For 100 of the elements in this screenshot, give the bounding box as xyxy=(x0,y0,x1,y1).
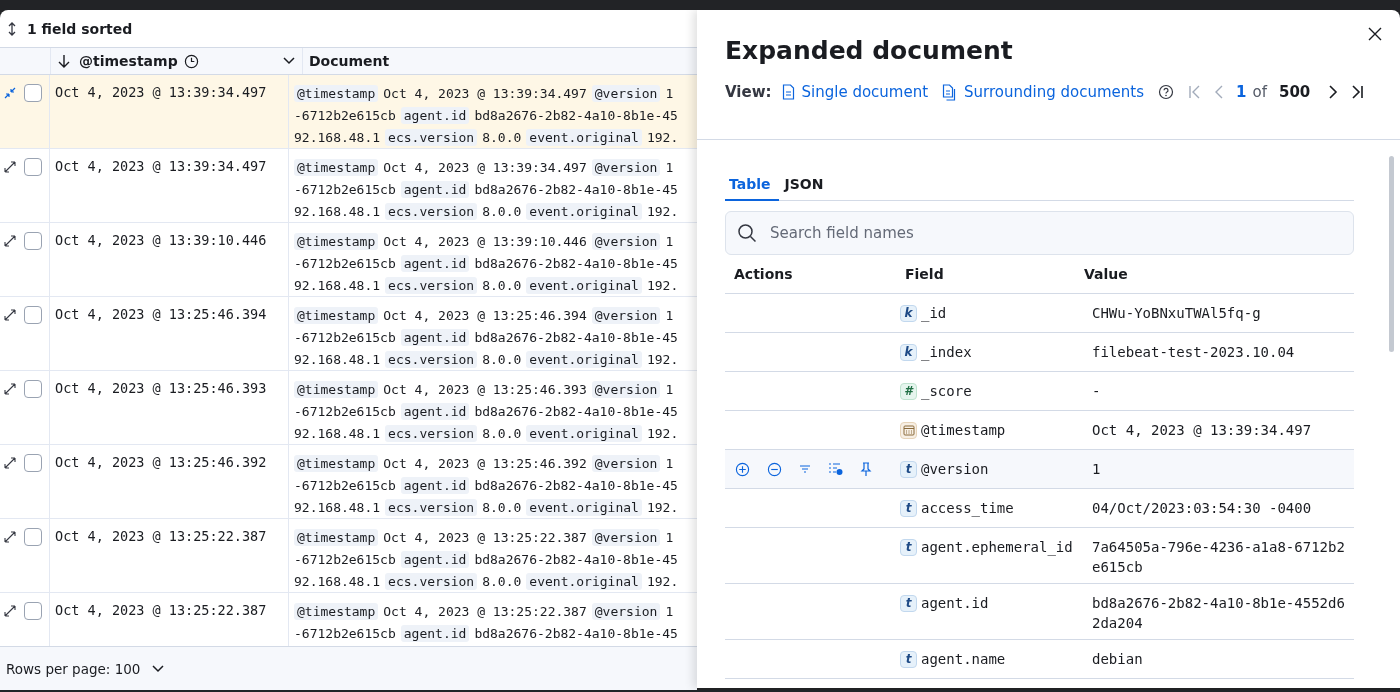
field-name-tag: event.original xyxy=(526,202,642,220)
row-checkbox[interactable] xyxy=(24,380,42,398)
field-name-tag: agent.id xyxy=(400,550,470,568)
field-type-badge: t xyxy=(900,650,917,668)
expand-icon[interactable] xyxy=(4,383,16,395)
table-row[interactable]: Oct 4, 2023 @ 13:39:34.497 @timestamp Oct 4, 2023 @ 13:39:34.497 @version 1 -6712b2e615cb agent.id bd8a2676-2b82-4a10-8b1e-45 92.168.48.1 ecs.version 8.0.0 event.original 192. xyxy=(0,149,697,223)
documents-icon xyxy=(942,83,958,101)
field-name-tag: event.original xyxy=(526,572,642,590)
sort-descending-icon xyxy=(57,54,71,68)
timestamp-cell: Oct 4, 2023 @ 13:25:46.394 xyxy=(55,306,267,322)
row-checkbox[interactable] xyxy=(24,232,42,250)
sort-status[interactable]: 1 field sorted xyxy=(27,20,133,37)
field-value: 192. xyxy=(646,203,679,219)
field-value: -6712b2e615cb xyxy=(294,107,396,123)
field-row[interactable]: t agent.ephemeral_id 7a64505a-796e-4236-a1a8-6712b2e615cb xyxy=(725,528,1354,584)
expand-icon[interactable] xyxy=(4,235,16,247)
field-name: agent.ephemeral_id xyxy=(921,538,1073,557)
timestamp-cell: Oct 4, 2023 @ 13:25:22.387 xyxy=(55,602,267,618)
timestamp-cell: Oct 4, 2023 @ 13:25:22.387 xyxy=(55,528,267,544)
last-page-icon[interactable] xyxy=(1350,84,1365,100)
field-value: bd8a2676-2b82-4a10-8b1e-45 xyxy=(474,255,678,271)
scrollbar[interactable] xyxy=(1389,156,1394,352)
tab[interactable]: JSON xyxy=(780,172,832,201)
row-checkbox[interactable] xyxy=(24,306,42,324)
expand-icon[interactable] xyxy=(4,605,16,617)
field-value: bd8a2676-2b82-4a10-8b1e-45 xyxy=(474,107,678,123)
field-row[interactable]: t agent.name debian xyxy=(725,640,1354,679)
table-row[interactable]: Oct 4, 2023 @ 13:25:22.387 @timestamp Oct 4, 2023 @ 13:25:22.387 @version 1 -6712b2e615cb agent.id bd8a2676-2b82-4a10-8b1e-45 92.168.48.1 ecs.version 8.0.0 event.original 192. xyxy=(0,519,697,593)
table-row[interactable]: Oct 4, 2023 @ 13:39:10.446 @timestamp Oct 4, 2023 @ 13:39:10.446 @version 1 -6712b2e615cb agent.id bd8a2676-2b82-4a10-8b1e-45 92.168.48.1 ecs.version 8.0.0 event.original 192. xyxy=(0,223,697,297)
field-name-tag: @timestamp xyxy=(294,158,379,176)
view-link[interactable]: Surrounding documents xyxy=(942,83,1145,101)
column-header: Value xyxy=(1084,266,1128,282)
field-value: 1 xyxy=(665,307,674,323)
field-value: 1 xyxy=(665,603,674,619)
field-name: _id xyxy=(921,304,947,323)
plus-circle-icon[interactable] xyxy=(735,461,750,477)
column-header[interactable]: Document xyxy=(303,48,697,74)
current-page[interactable]: 1 xyxy=(1236,83,1247,101)
sort-icon[interactable] xyxy=(6,21,18,36)
table-row[interactable]: Oct 4, 2023 @ 13:39:34.497 @timestamp Oct 4, 2023 @ 13:39:34.497 @version 1 -6712b2e615cb agent.id bd8a2676-2b82-4a10-8b1e-45 92.168.48.1 ecs.version 8.0.0 event.original 192. xyxy=(0,75,697,149)
field-name-tag: event.original xyxy=(526,128,642,146)
chevron-down-icon[interactable] xyxy=(282,56,296,66)
field-name-tag: ecs.version xyxy=(385,424,478,442)
timestamp-cell: Oct 4, 2023 @ 13:25:46.392 xyxy=(55,454,267,470)
field-value: -6712b2e615cb xyxy=(294,551,396,567)
next-page-icon[interactable] xyxy=(1328,84,1339,100)
row-checkbox[interactable] xyxy=(24,602,42,620)
field-value: 1 xyxy=(1091,460,1102,479)
help-icon[interactable] xyxy=(1158,84,1175,100)
field-type-badge: t xyxy=(900,460,917,478)
expand-icon[interactable] xyxy=(4,309,16,321)
tab[interactable]: Table xyxy=(725,172,779,201)
expand-icon[interactable] xyxy=(4,531,16,543)
field-name-tag: ecs.version xyxy=(385,498,478,516)
field-name-tag: @timestamp xyxy=(294,602,379,620)
field-value: bd8a2676-2b82-4a10-8b1e-4552d62da204 xyxy=(1091,594,1346,633)
expand-icon[interactable] xyxy=(4,161,16,173)
pin-icon[interactable] xyxy=(860,461,872,477)
row-checkbox[interactable] xyxy=(24,454,42,472)
field-value: CHWu-YoBNxuTWAl5fq-g xyxy=(1091,304,1262,323)
field-name-tag: agent.id xyxy=(400,106,470,124)
column-header[interactable]: @timestamp xyxy=(51,48,303,74)
rows-per-page-button[interactable]: Rows per page: 100 xyxy=(6,656,165,681)
field-value: 92.168.48.1 xyxy=(294,203,381,219)
field-value: 8.0.0 xyxy=(482,351,522,367)
field-value: 92.168.48.1 xyxy=(294,573,381,589)
field-name-tag: ecs.version xyxy=(385,572,478,590)
total-pages: 500 xyxy=(1278,83,1311,101)
view-link[interactable]: Single document xyxy=(781,83,929,101)
field-row[interactable]: # _score - xyxy=(725,372,1354,411)
table-row[interactable]: Oct 4, 2023 @ 13:25:46.394 @timestamp Oct 4, 2023 @ 13:25:46.394 @version 1 -6712b2e615cb agent.id bd8a2676-2b82-4a10-8b1e-45 92.168.48.1 ecs.version 8.0.0 event.original 192. xyxy=(0,297,697,371)
field-row[interactable]: k _id CHWu-YoBNxuTWAl5fq-g xyxy=(725,294,1354,333)
close-icon[interactable] xyxy=(1368,27,1382,41)
expand-icon[interactable] xyxy=(4,457,16,469)
row-checkbox[interactable] xyxy=(24,528,42,546)
field-value: bd8a2676-2b82-4a10-8b1e-45 xyxy=(474,477,678,493)
minus-circle-icon[interactable] xyxy=(767,461,782,477)
field-name-tag: agent.id xyxy=(400,402,470,420)
search-field[interactable]: Search field names xyxy=(725,211,1354,255)
row-checkbox[interactable] xyxy=(24,158,42,176)
field-value: 8.0.0 xyxy=(482,573,522,589)
field-value: Oct 4, 2023 @ 13:39:34.497 xyxy=(1091,421,1313,440)
field-value: 1 xyxy=(665,381,674,397)
table-row[interactable]: Oct 4, 2023 @ 13:25:46.392 @timestamp Oct 4, 2023 @ 13:25:46.392 @version 1 -6712b2e615cb agent.id bd8a2676-2b82-4a10-8b1e-45 92.168.48.1 ecs.version 8.0.0 event.original 192. xyxy=(0,445,697,519)
field-row[interactable]: t @version 1 xyxy=(725,450,1354,489)
collapse-icon[interactable] xyxy=(4,87,16,99)
table-row[interactable]: Oct 4, 2023 @ 13:25:46.393 @timestamp Oct 4, 2023 @ 13:25:46.393 @version 1 -6712b2e615cb agent.id bd8a2676-2b82-4a10-8b1e-45 92.168.48.1 ecs.version 8.0.0 event.original 192. xyxy=(0,371,697,445)
timestamp-cell: Oct 4, 2023 @ 13:39:34.497 xyxy=(55,158,267,174)
field-value: 192. xyxy=(646,351,679,367)
column-add-icon[interactable] xyxy=(828,462,843,476)
field-row[interactable]: k _index filebeat-test-2023.10.04 xyxy=(725,333,1354,372)
field-name: access_time xyxy=(921,499,1014,518)
field-value: Oct 4, 2023 @ 13:25:22.387 xyxy=(383,529,587,545)
field-name-tag: agent.id xyxy=(400,254,470,272)
field-row[interactable]: t access_time 04/Oct/2023:03:54:30 -0400 xyxy=(725,489,1354,528)
field-value: 92.168.48.1 xyxy=(294,425,381,441)
row-checkbox[interactable] xyxy=(24,84,42,102)
field-value: 192. xyxy=(646,573,679,589)
field-row[interactable]: t agent.id bd8a2676-2b82-4a10-8b1e-4552d62da204 xyxy=(725,584,1354,640)
field-value: Oct 4, 2023 @ 13:25:46.393 xyxy=(383,381,587,397)
